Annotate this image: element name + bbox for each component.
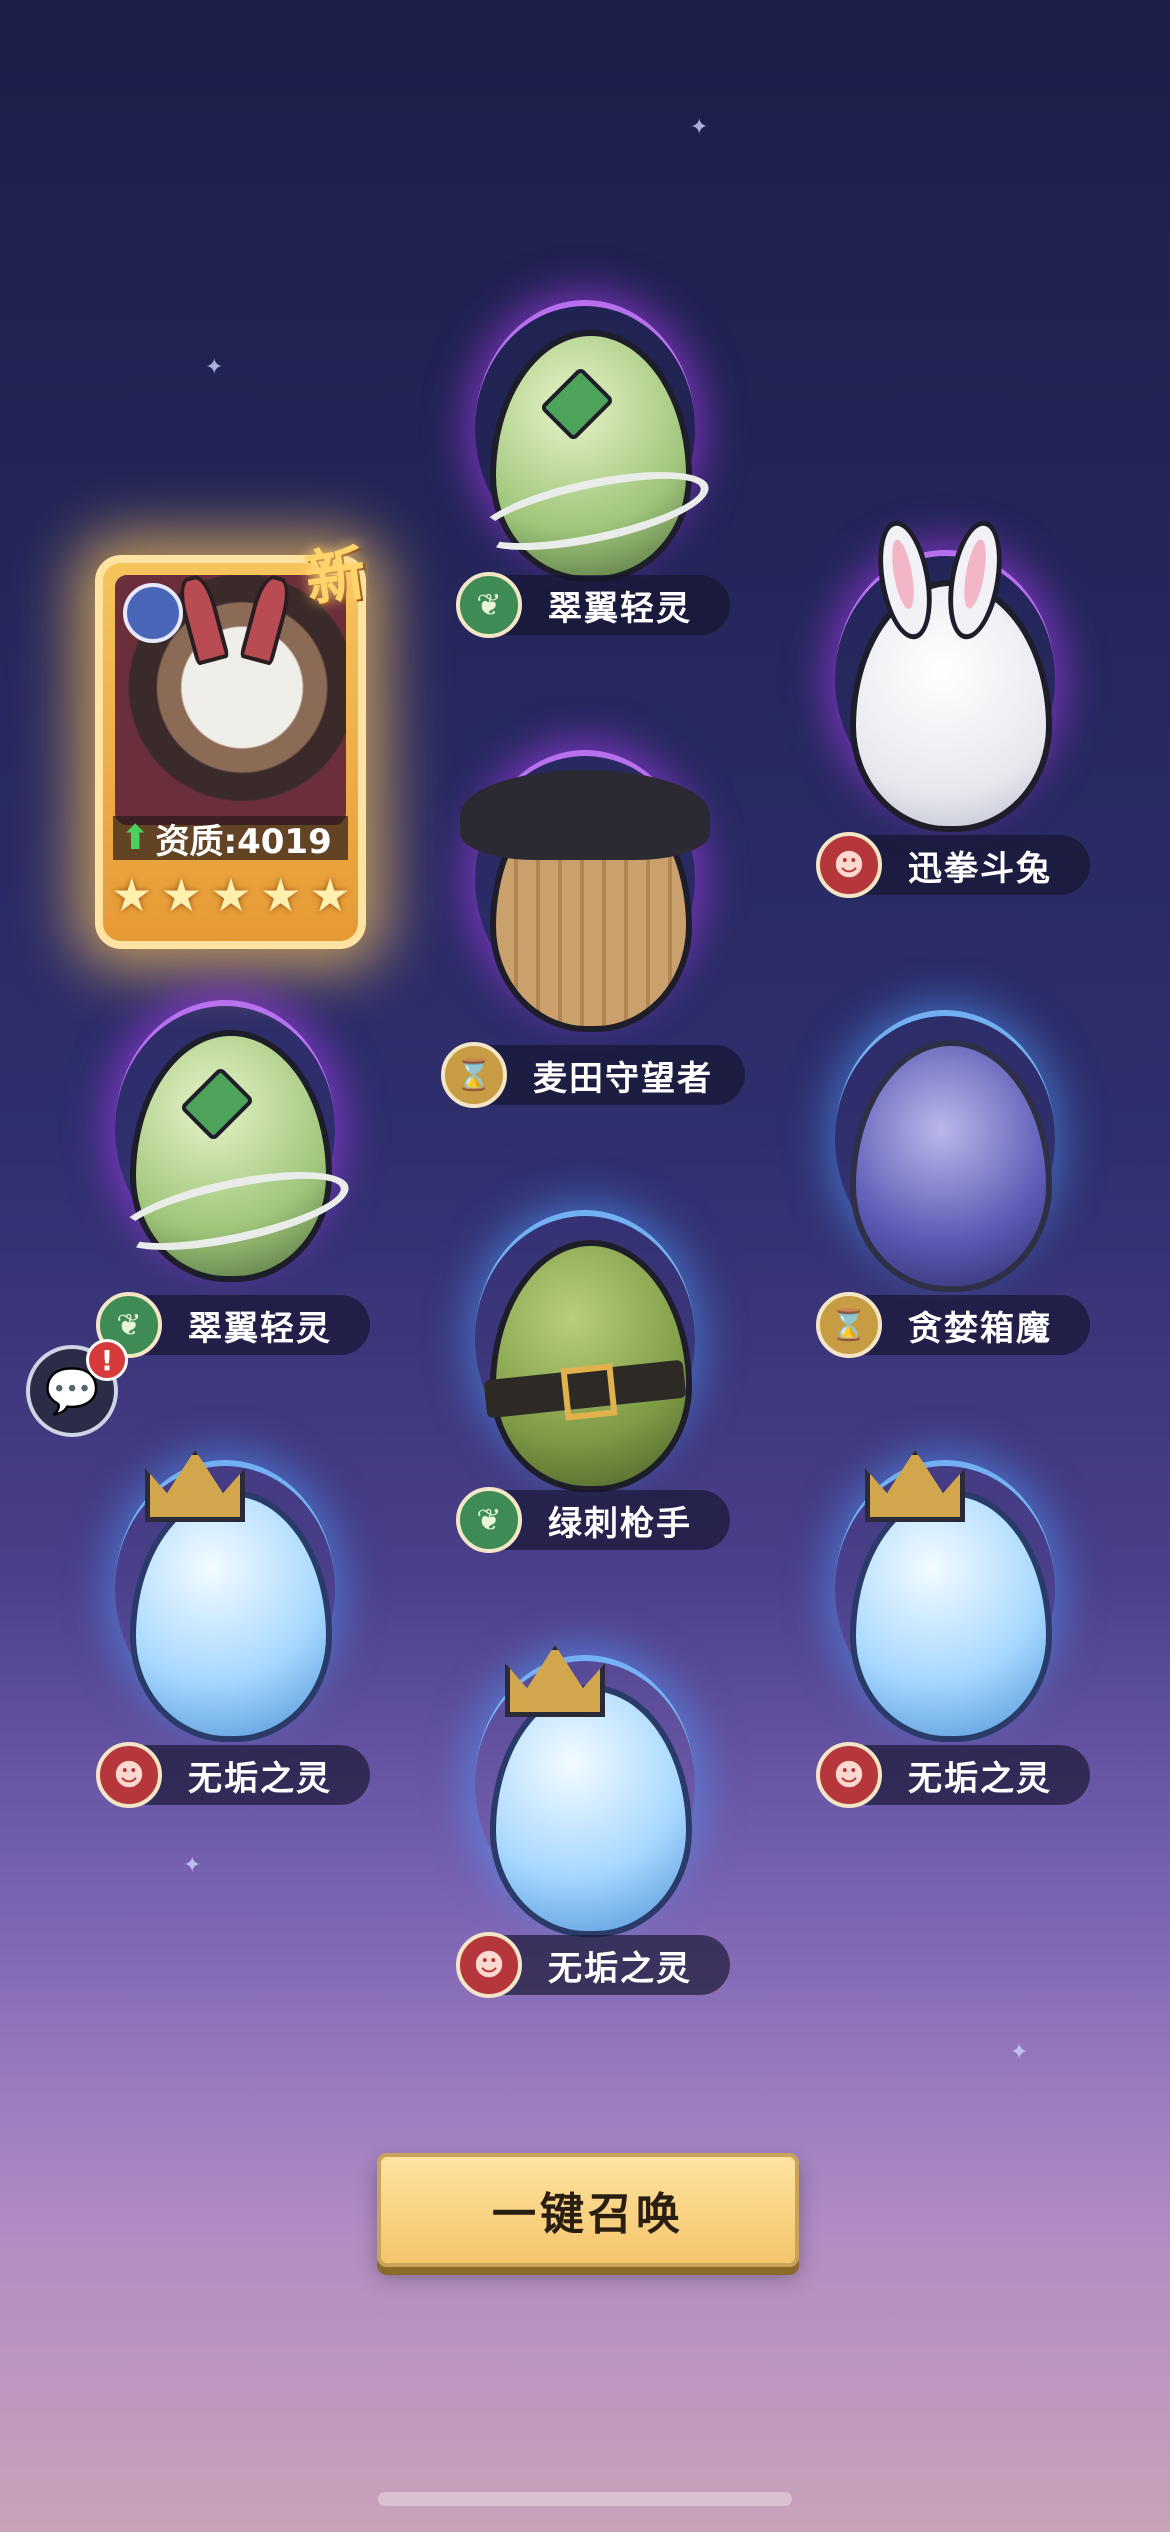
ear [939,516,1011,644]
star-icon: ★ [309,868,351,922]
summon-slot-tanlan[interactable]: ⌛ 贪婪箱魔 [795,1000,1095,1358]
chat-button[interactable]: 💬 ! [26,1339,128,1437]
demon-icon: ☻ [816,832,882,898]
monster-name: 翠翼轻灵 [548,588,692,629]
summon-slot-lvci[interactable]: ❦ 绿刺枪手 [435,1200,735,1553]
faction-emblem-icon [123,583,183,643]
summon-slot-xunquan[interactable]: ☻ 迅拳斗兔 [795,516,1095,898]
monster-label: ☻ 无垢之灵 [816,1742,1090,1808]
sparkle-icon: ✦ [1010,2040,1029,2065]
monster-name: 贪婪箱魔 [908,1308,1052,1349]
summon-slot-cuiyi-1[interactable]: ❦ 翠翼轻灵 [435,290,735,638]
order-icon: ⌛ [816,1292,882,1358]
horn [174,572,230,666]
sparkle-icon: ✦ [690,115,709,140]
star-icon: ★ [259,868,302,922]
aptitude-bar: ⬆ 资质:4019 [113,816,348,862]
summon-slot-wugou-1[interactable]: ☻ 无垢之灵 [75,1450,375,1808]
scarecrow-hat [460,770,710,860]
buckle [560,1363,618,1421]
summon-all-button[interactable]: 一键召唤 [377,2153,799,2267]
new-tag: 新 [301,538,371,616]
sparkle-icon: ✦ [205,355,224,380]
aptitude-value: 资质:4019 [155,821,332,862]
monster-name: 麦田守望者 [533,1058,713,1099]
summon-slot-maitian[interactable]: ⌛ 麦田守望者 [435,740,745,1108]
monster-label: ☻ 无垢之灵 [456,1932,730,1998]
up-arrow-icon: ⬆ [121,818,150,858]
monster-name: 无垢之灵 [548,1948,692,1989]
monster-name: 翠翼轻灵 [188,1308,332,1349]
summon-slot-wugou-2[interactable]: ☻ 无垢之灵 [795,1450,1095,1808]
star-icon: ★ [210,868,252,922]
nature-icon: ❦ [456,1487,522,1553]
monster-name: 绿刺枪手 [548,1503,692,1544]
monster-name: 无垢之灵 [908,1758,1052,1799]
bunny-ears [869,516,1011,644]
demon-icon: ☻ [456,1932,522,1998]
demon-icon: ☻ [96,1742,162,1808]
monster-label: ⌛ 麦田守望者 [441,1042,745,1108]
nature-icon: ❦ [456,572,522,638]
summon-slot-wugou-3[interactable]: ☻ 无垢之灵 [435,1645,735,1998]
alert-badge-icon: ! [86,1339,128,1381]
monster-name: 无垢之灵 [188,1758,332,1799]
monster-label: ❦ 翠翼轻灵 [456,572,730,638]
monster-name: 迅拳斗兔 [908,848,1052,889]
sparkle-icon: ✦ [183,1853,202,1878]
monster-label: ☻ 迅拳斗兔 [816,832,1090,898]
monster-label: ❦ 翠翼轻灵 [96,1292,370,1358]
monster-label: ⌛ 贪婪箱魔 [816,1292,1090,1358]
monster-label: ❦ 绿刺枪手 [456,1487,730,1553]
order-icon: ⌛ [441,1042,507,1108]
star-icon: ★ [160,868,203,922]
home-indicator[interactable] [378,2492,792,2506]
monster-label: ☻ 无垢之灵 [96,1742,370,1808]
horn [239,572,295,666]
star-rating: ★ ★ ★ ★ ★ [107,868,355,922]
star-icon: ★ [111,868,153,922]
summon-slot-cuiyi-2[interactable]: ❦ 翠翼轻灵 [75,990,375,1358]
demon-icon: ☻ [816,1742,882,1808]
ear [869,516,941,644]
